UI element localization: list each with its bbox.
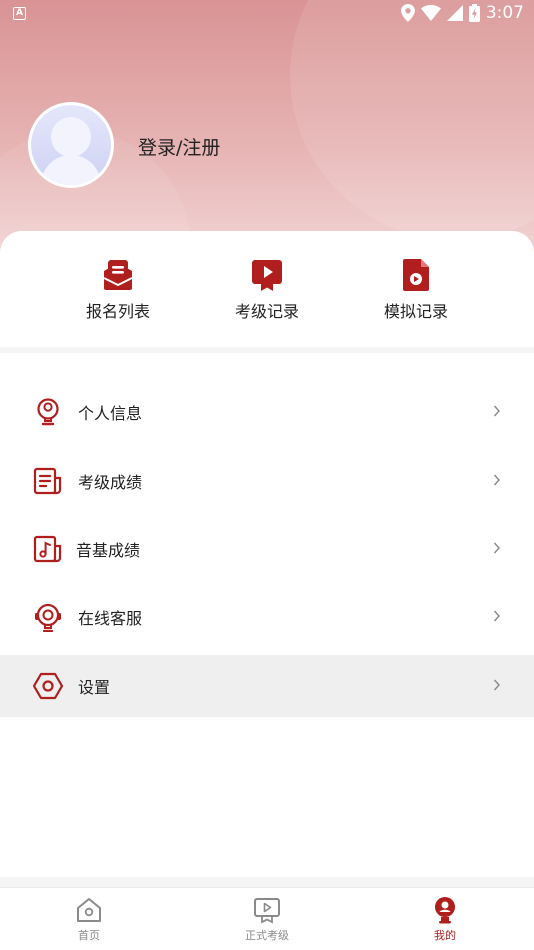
hexagon-settings-icon bbox=[33, 672, 63, 700]
tab-mine[interactable]: 我的 bbox=[395, 896, 495, 943]
status-bar: A 3:07 bbox=[0, 0, 534, 28]
chevron-right-icon bbox=[493, 405, 500, 417]
profile-header: A 3:07 登录/注册 bbox=[0, 0, 534, 270]
menu-item-label: 在线客服 bbox=[78, 609, 143, 628]
signal-icon bbox=[446, 5, 463, 21]
chevron-right-icon bbox=[493, 542, 500, 554]
report-icon bbox=[33, 467, 62, 495]
video-play-badge-icon bbox=[252, 260, 282, 291]
tab-label: 首页 bbox=[78, 929, 100, 942]
clipboard-list-icon bbox=[103, 260, 133, 290]
avatar-image bbox=[31, 105, 111, 185]
menu-item-music-theory-scores[interactable]: 音基成绩 bbox=[0, 518, 534, 580]
tab-label: 我的 bbox=[434, 929, 456, 942]
avatar[interactable] bbox=[28, 102, 114, 188]
header-decoration bbox=[290, 0, 534, 240]
battery-icon bbox=[468, 4, 480, 22]
chevron-right-icon bbox=[493, 474, 500, 486]
menu-item-exam-scores[interactable]: 考级成绩 bbox=[0, 450, 534, 512]
quick-actions-card: 报名列表 考级记录 模拟记录 bbox=[0, 231, 534, 347]
status-icons: 3:07 bbox=[400, 3, 524, 23]
chevron-right-icon bbox=[493, 679, 500, 691]
location-icon bbox=[400, 4, 415, 22]
tab-label: 正式考级 bbox=[245, 929, 289, 942]
menu-item-label: 设置 bbox=[78, 678, 111, 697]
quick-action-label: 考级记录 bbox=[234, 302, 299, 321]
headset-icon bbox=[35, 603, 61, 632]
home-icon bbox=[77, 898, 101, 922]
menu-item-settings[interactable]: 设置 bbox=[0, 655, 534, 717]
menu-item-personal-info[interactable]: 个人信息 bbox=[0, 381, 534, 443]
settings-menu: 个人信息 考级成绩 音基成绩 在线客服 设置 bbox=[0, 353, 534, 877]
login-register-link[interactable]: 登录/注册 bbox=[138, 133, 220, 160]
status-app-badge: A bbox=[13, 7, 26, 20]
menu-item-label: 音基成绩 bbox=[76, 541, 141, 560]
profile-icon bbox=[435, 897, 455, 924]
music-note-icon bbox=[33, 535, 62, 563]
quick-action-mock-records[interactable]: 模拟记录 bbox=[356, 258, 476, 322]
bottom-tab-bar: 首页 正式考级 我的 bbox=[0, 887, 534, 950]
status-time: 3:07 bbox=[485, 3, 524, 23]
quick-action-label: 报名列表 bbox=[85, 302, 150, 321]
menu-item-label: 考级成绩 bbox=[78, 473, 143, 492]
quick-action-signup-list[interactable]: 报名列表 bbox=[58, 258, 178, 322]
tab-official-exam[interactable]: 正式考级 bbox=[217, 896, 317, 943]
tab-home[interactable]: 首页 bbox=[39, 896, 139, 943]
document-play-icon bbox=[403, 259, 429, 291]
wifi-icon bbox=[420, 5, 441, 21]
quick-action-exam-records[interactable]: 考级记录 bbox=[207, 258, 327, 322]
screen-play-icon bbox=[254, 898, 280, 924]
quick-action-label: 模拟记录 bbox=[383, 302, 448, 321]
menu-item-label: 个人信息 bbox=[78, 404, 143, 423]
user-bulb-icon bbox=[37, 398, 59, 426]
menu-item-online-service[interactable]: 在线客服 bbox=[0, 586, 534, 648]
chevron-right-icon bbox=[493, 610, 500, 622]
